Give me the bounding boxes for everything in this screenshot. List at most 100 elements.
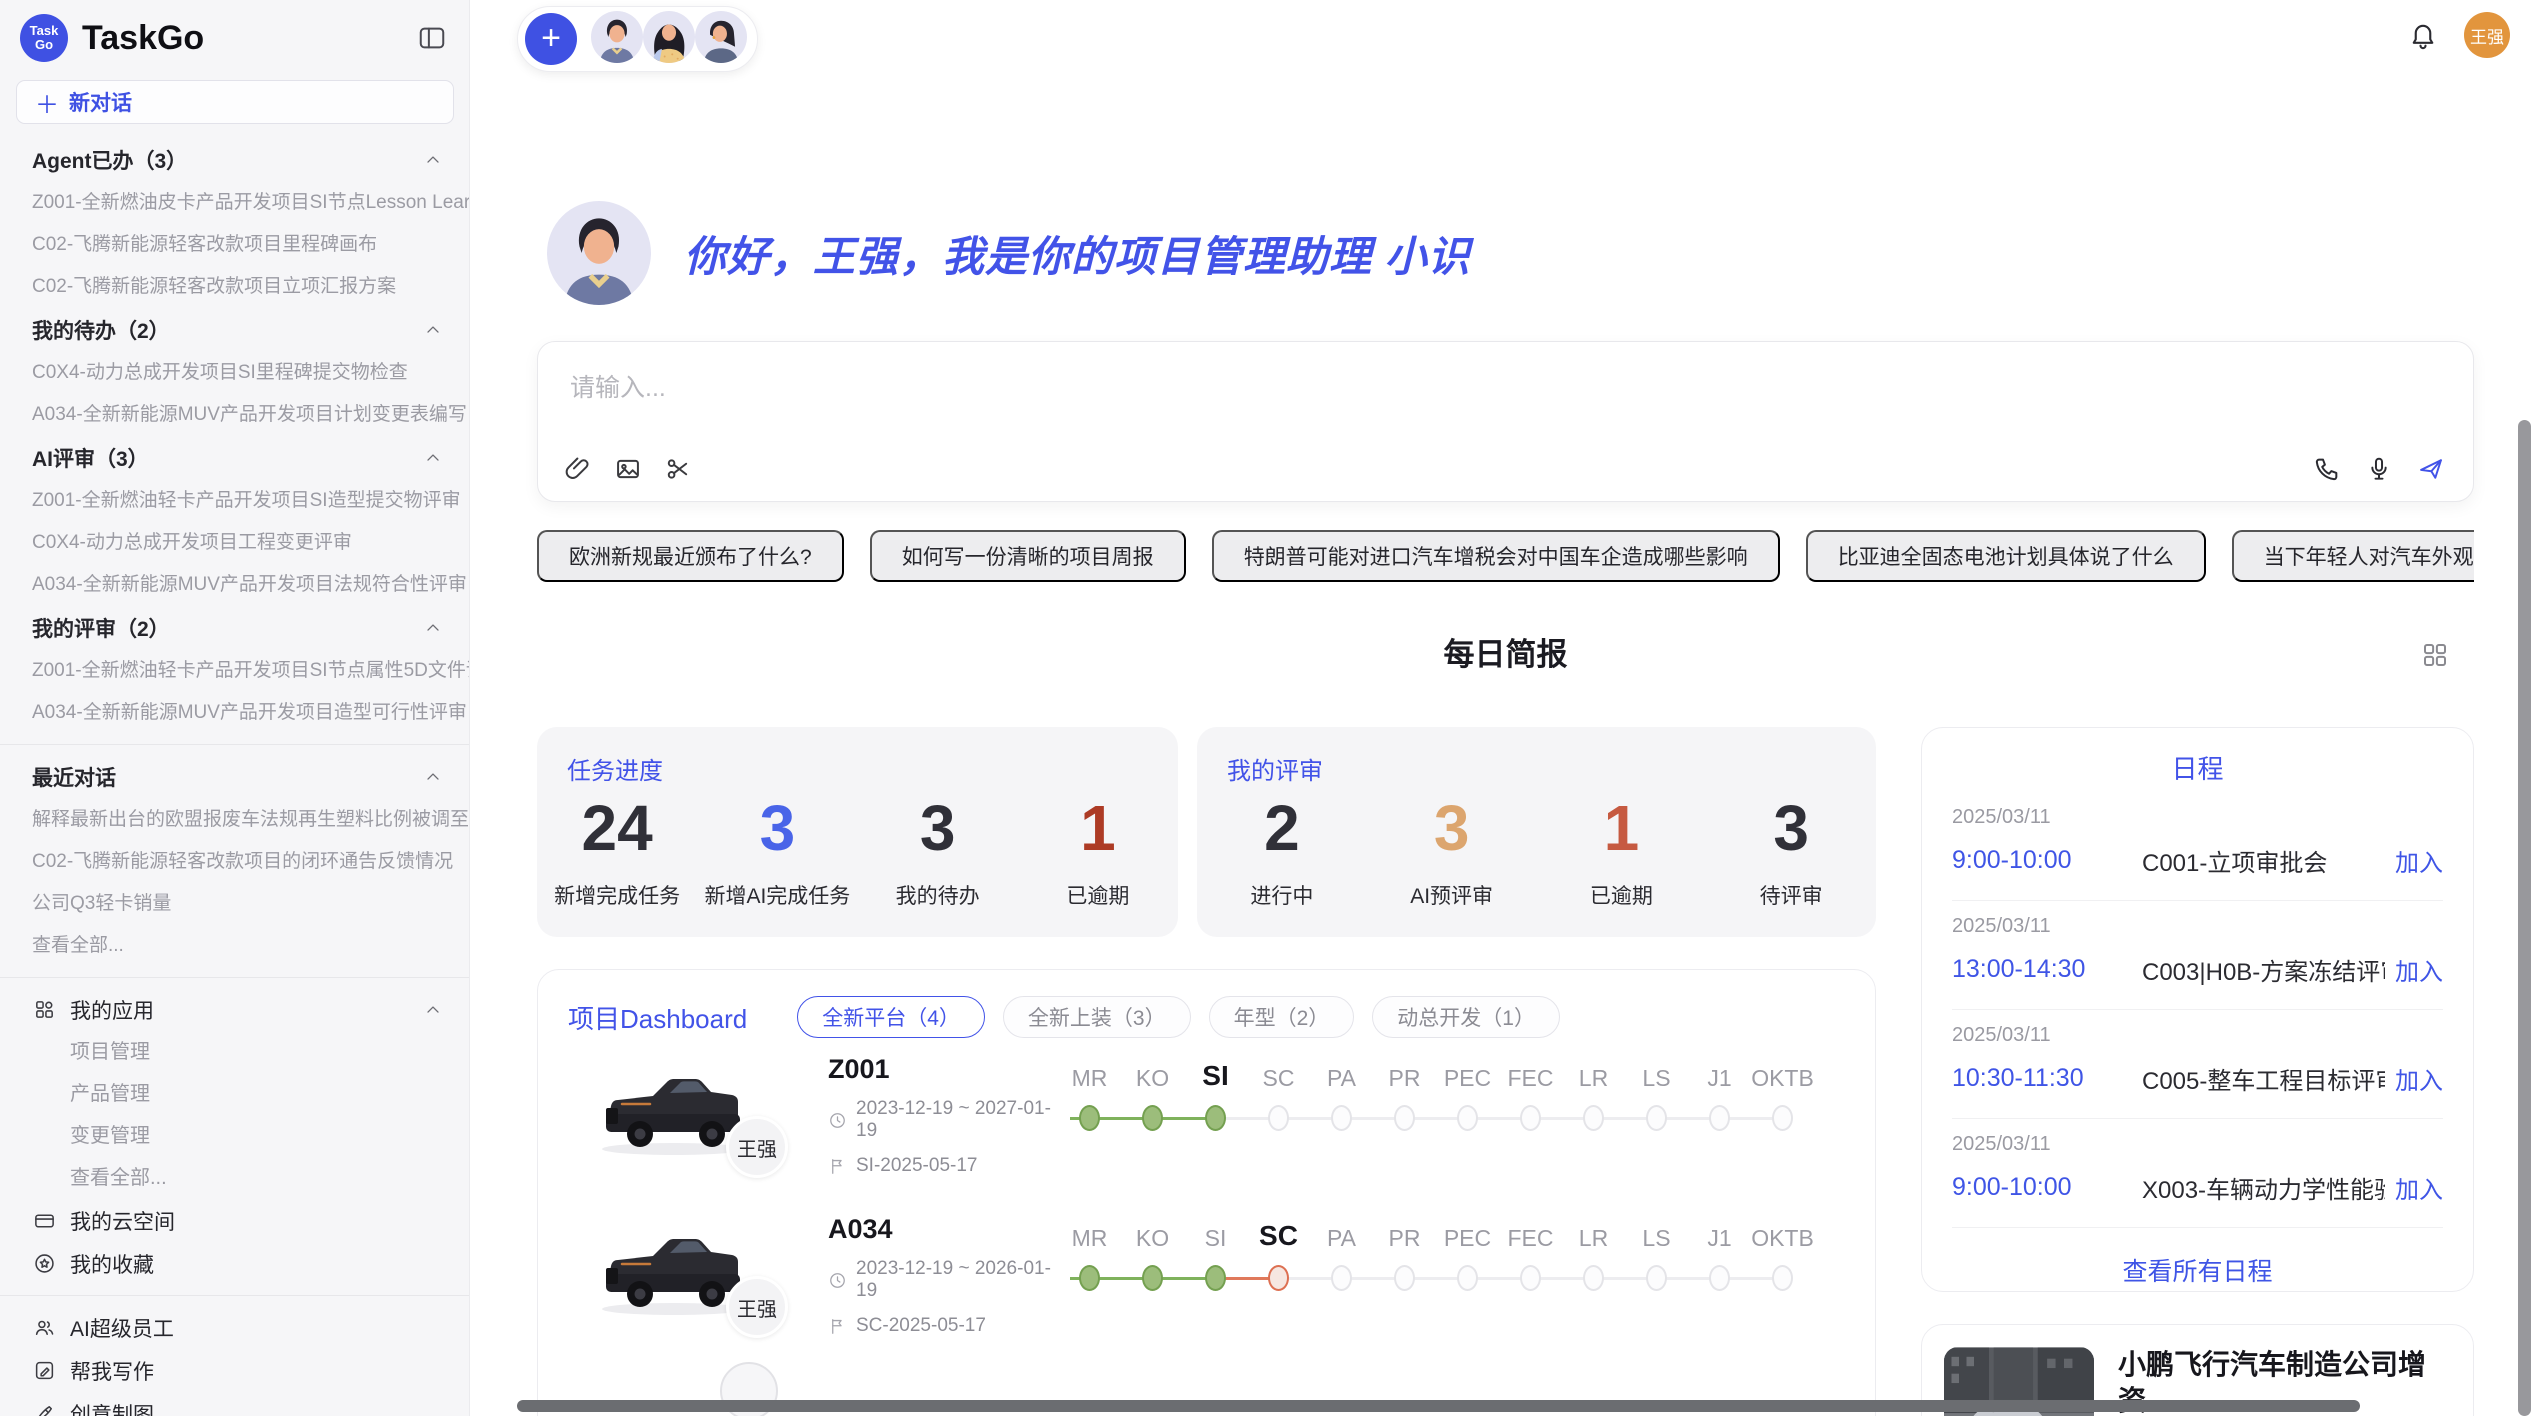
sidebar-item-cloud-space[interactable]: 我的云空间 [0, 1199, 469, 1242]
sidebar-tool-item[interactable]: 创意制图 [0, 1392, 469, 1416]
chat-input[interactable] [568, 366, 2168, 446]
sidebar-item[interactable]: 解释最新出台的欧盟报废车法规再生塑料比例被调至15%... [0, 799, 469, 841]
sidebar-subitem[interactable]: 查看全部... [0, 1157, 469, 1199]
suggestion-chip[interactable]: 欧洲新规最近颁布了什么? [537, 530, 844, 582]
horizontal-scrollbar[interactable] [517, 1400, 2360, 1412]
join-button[interactable]: 加入 [2395, 843, 2443, 878]
composer-attachments [564, 455, 692, 483]
microphone-icon[interactable] [2365, 455, 2393, 483]
sidebar-item[interactable]: C0X4-动力总成开发项目SI里程碑提交物检查 [0, 352, 469, 394]
sidebar-section-header[interactable]: 我的评审（2） [0, 606, 469, 650]
join-button[interactable]: 加入 [2395, 952, 2443, 987]
sidebar-subitem[interactable]: 变更管理 [0, 1115, 469, 1157]
chevron-up-icon[interactable] [423, 150, 443, 170]
image-icon[interactable] [614, 455, 642, 483]
dashboard-tab[interactable]: 动总开发（1） [1372, 996, 1560, 1038]
milestone-label: PA [1327, 1212, 1356, 1252]
project-flag: SI-2025-05-17 [828, 1155, 1054, 1177]
sidebar-item[interactable]: C02-飞腾新能源轻客改款项目的闭环通告反馈情况 [0, 841, 469, 883]
sidebar-item-star-circle[interactable]: 我的收藏 [0, 1242, 469, 1285]
sidebar-tool-label: 创意制图 [70, 1399, 443, 1416]
bell-icon[interactable] [2408, 20, 2438, 50]
sidebar-item[interactable]: Z001-全新燃油皮卡产品开发项目SI节点Lesson Learn报告 [0, 182, 469, 224]
milestone-dot [1520, 1105, 1541, 1131]
suggestion-chips: 欧洲新规最近颁布了什么? 如何写一份清晰的项目周报特朗普可能对进口汽车增税会对中国… [537, 530, 2474, 582]
sidebar-item[interactable]: 公司Q3轻卡销量 [0, 883, 469, 925]
vertical-scrollbar[interactable] [2518, 420, 2531, 1416]
avatar-young-man[interactable] [591, 11, 643, 63]
project-dates-text: 2023-12-19 ~ 2027-01-19 [856, 1098, 1054, 1142]
avatar-woman-short-hair[interactable] [695, 11, 747, 63]
milestone-oktb[interactable]: OKTB [1751, 1212, 1814, 1291]
milestone-label: SC [1263, 1052, 1295, 1092]
chevron-up-icon[interactable] [423, 448, 443, 468]
sidebar-section-header[interactable]: Agent已办（3） [0, 138, 469, 182]
project-dates: 2023-12-19 ~ 2027-01-19 [828, 1098, 1054, 1142]
sidebar-item[interactable]: A034-全新新能源MUV产品开发项目法规符合性评审 [0, 564, 469, 606]
chevron-up-icon[interactable] [423, 767, 443, 787]
greeting-block: 你好，王强，我是你的项目管理助理 小识 [537, 197, 2474, 309]
suggestion-chip[interactable]: 如何写一份清晰的项目周报 [870, 530, 1186, 582]
main-content: 你好，王强，我是你的项目管理助理 小识 [537, 0, 2474, 1416]
agent-pill: + [517, 6, 758, 72]
sidebar-tool-item[interactable]: 帮我写作 [0, 1349, 469, 1392]
panel-collapse-icon[interactable] [417, 23, 447, 53]
project-flag-text: SI-2025-05-17 [856, 1155, 977, 1177]
sidebar-item[interactable]: A034-全新新能源MUV产品开发项目造型可行性评审 [0, 692, 469, 734]
schedule-time: 10:30-11:30 [1952, 1064, 2142, 1093]
sidebar-item[interactable]: A034-全新新能源MUV产品开发项目计划变更表编写 [0, 394, 469, 436]
milestone-label: PEC [1444, 1052, 1491, 1092]
schedule-date: 2025/03/11 [1952, 1024, 2443, 1047]
add-agent-button[interactable]: + [525, 13, 577, 65]
stat-label: 待评审 [1706, 880, 1876, 910]
sidebar-subitem[interactable]: 产品管理 [0, 1073, 469, 1115]
milestone-label: MR [1072, 1212, 1108, 1252]
dashboard-tab[interactable]: 全新平台（4） [797, 996, 985, 1038]
sidebar-item[interactable]: C02-飞腾新能源轻客改款项目里程碑画布 [0, 224, 469, 266]
sidebar-item-my-apps[interactable]: 我的应用 [0, 988, 469, 1031]
sidebar-item[interactable]: C0X4-动力总成开发项目工程变更评审 [0, 522, 469, 564]
milestone-label: J1 [1707, 1052, 1731, 1092]
dashboard-tab[interactable]: 年型（2） [1209, 996, 1355, 1038]
chevron-up-icon[interactable] [423, 618, 443, 638]
stat-label: AI预评审 [1367, 880, 1537, 910]
stat-cell: 3我的待办 [858, 792, 1018, 910]
new-chat-button[interactable]: ＋ 新对话 [16, 80, 454, 124]
sidebar-section-header[interactable]: 最近对话 [0, 755, 469, 799]
logo-text-top: Task [30, 24, 59, 38]
phone-icon[interactable] [2313, 455, 2341, 483]
join-button[interactable]: 加入 [2395, 1170, 2443, 1205]
sidebar-tool-item[interactable]: AI超级员工 [0, 1306, 469, 1349]
join-button[interactable]: 加入 [2395, 1061, 2443, 1096]
grid-layout-icon[interactable] [2420, 640, 2450, 670]
user-avatar[interactable]: 王强 [2464, 12, 2510, 58]
send-icon[interactable] [2417, 455, 2445, 483]
sidebar-item[interactable]: 查看全部... [0, 925, 469, 967]
stat-value: 3 [1706, 792, 1876, 866]
sidebar-item[interactable]: Z001-全新燃油轻卡产品开发项目SI节点属性5D文件评审 [0, 650, 469, 692]
milestone-dot [1079, 1105, 1100, 1131]
sidebar-section-header[interactable]: AI评审（3） [0, 436, 469, 480]
suggestion-chip[interactable]: 当下年轻人对汽车外观有怎样的喜好趋势 [2232, 530, 2474, 582]
stat-cell: 1已逾期 [1537, 792, 1707, 910]
suggestion-chip[interactable]: 比亚迪全固态电池计划具体说了什么 [1806, 530, 2206, 582]
sidebar-subitem[interactable]: 项目管理 [0, 1031, 469, 1073]
milestone-dot [1205, 1265, 1226, 1291]
milestone-label: SC [1259, 1212, 1298, 1252]
sidebar-item[interactable]: C02-飞腾新能源轻客改款项目立项汇报方案 [0, 266, 469, 308]
view-all-schedule-link[interactable]: 查看所有日程 [1952, 1228, 2443, 1292]
sidebar-item[interactable]: Z001-全新燃油轻卡产品开发项目SI造型提交物评审 [0, 480, 469, 522]
milestone-dot [1142, 1105, 1163, 1131]
dashboard-tab[interactable]: 全新上装（3） [1003, 996, 1191, 1038]
suggestion-chip[interactable]: 特朗普可能对进口汽车增税会对中国车企造成哪些影响 [1212, 530, 1780, 582]
sidebar-section-header[interactable]: 我的待办（2） [0, 308, 469, 352]
milestone-dot [1709, 1105, 1730, 1131]
pen-icon [33, 1402, 56, 1416]
paperclip-icon[interactable] [564, 455, 592, 483]
schedule-event-title: X003-车辆动力学性能验... [2142, 1170, 2385, 1205]
milestone-oktb[interactable]: OKTB [1751, 1052, 1814, 1131]
chevron-up-icon[interactable] [423, 1000, 443, 1020]
avatar-woman-long-hair[interactable] [643, 11, 695, 63]
scissors-icon[interactable] [664, 455, 692, 483]
chevron-up-icon[interactable] [423, 320, 443, 340]
